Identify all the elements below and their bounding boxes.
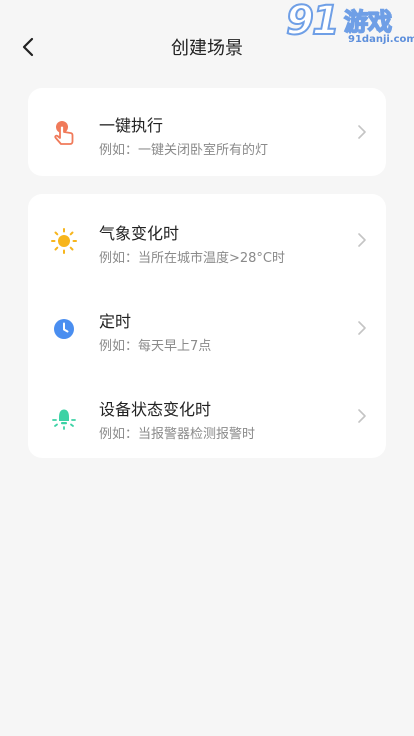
auto-scene-card: 气象变化时 例如：当所在城市温度>28°C时 定时 例如：每天早上7点 设备状态… bbox=[28, 194, 386, 458]
option-title: 一键执行 bbox=[99, 116, 164, 135]
bulb-icon bbox=[50, 403, 78, 431]
header: 创建场景 91 游戏 91danji.com bbox=[0, 0, 414, 92]
chevron-right-icon bbox=[358, 321, 366, 335]
scene-option-one-tap[interactable]: 一键执行 例如：一键关闭卧室所有的灯 bbox=[28, 88, 386, 176]
hand-tap-icon bbox=[50, 119, 78, 147]
watermark-name: 游戏 bbox=[343, 7, 393, 37]
chevron-right-icon bbox=[358, 409, 366, 423]
watermark-logo: 91 游戏 91danji.com bbox=[282, 0, 414, 54]
option-title: 气象变化时 bbox=[99, 224, 180, 243]
chevron-right-icon bbox=[358, 125, 366, 139]
option-title: 设备状态变化时 bbox=[99, 400, 212, 419]
scene-option-device-state[interactable]: 设备状态变化时 例如：当报警器检测报警时 bbox=[28, 372, 386, 460]
manual-scene-card: 一键执行 例如：一键关闭卧室所有的灯 bbox=[28, 88, 386, 176]
scene-option-weather[interactable]: 气象变化时 例如：当所在城市温度>28°C时 bbox=[28, 196, 386, 284]
sun-icon bbox=[50, 227, 78, 255]
option-subtitle: 例如：每天早上7点 bbox=[99, 339, 212, 354]
watermark-number: 91 bbox=[285, 0, 341, 45]
option-subtitle: 例如：当报警器检测报警时 bbox=[99, 427, 256, 442]
clock-icon bbox=[50, 315, 78, 343]
watermark-url: 91danji.com bbox=[348, 34, 414, 45]
option-title: 定时 bbox=[99, 312, 132, 331]
option-subtitle: 例如：当所在城市温度>28°C时 bbox=[99, 251, 286, 266]
option-subtitle: 例如：一键关闭卧室所有的灯 bbox=[99, 143, 269, 158]
chevron-right-icon bbox=[358, 233, 366, 247]
scene-option-timer[interactable]: 定时 例如：每天早上7点 bbox=[28, 284, 386, 372]
